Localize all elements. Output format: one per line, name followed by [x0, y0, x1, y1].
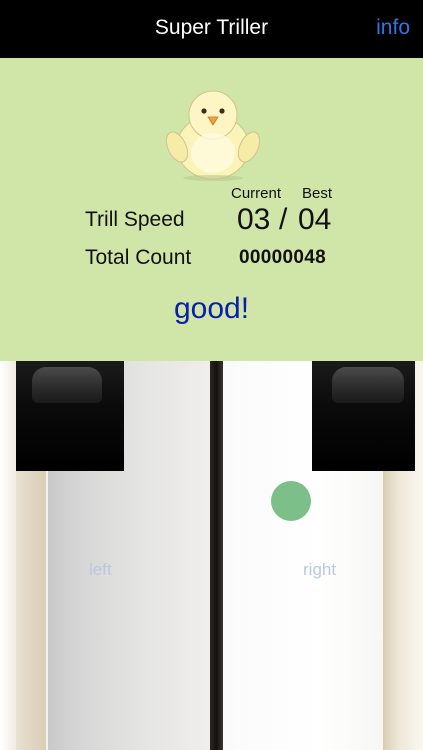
- black-key-highlight: [32, 367, 102, 403]
- touch-indicator: [271, 481, 311, 521]
- feedback-message: good!: [173, 292, 250, 325]
- left-key-label: left: [89, 560, 112, 579]
- total-count-value: 00000048: [239, 247, 326, 268]
- score-panel: Current Best Trill Speed 03 / 04 Total C…: [0, 58, 423, 361]
- trill-speed-best: 04: [298, 203, 332, 236]
- key-divider: [210, 361, 223, 750]
- app-screen: Super Triller info Current Best Trill Sp…: [0, 0, 423, 750]
- black-key-highlight: [332, 367, 404, 403]
- current-header: Current: [231, 185, 282, 202]
- trill-speed-separator: /: [279, 203, 288, 236]
- trill-speed-label: Trill Speed: [85, 208, 185, 231]
- trill-speed-current: 03: [237, 203, 271, 236]
- chick-mascot-icon: [165, 90, 261, 181]
- navigation-bar: Super Triller info: [0, 0, 423, 58]
- best-header: Best: [302, 185, 333, 202]
- app-title: Super Triller: [154, 16, 269, 39]
- black-key-right: [312, 361, 415, 471]
- piano-edge-left: [0, 361, 16, 750]
- info-button[interactable]: info: [376, 16, 410, 40]
- black-key-left: [16, 361, 124, 471]
- total-count-label: Total Count: [85, 246, 192, 269]
- piano-keyboard: left right: [0, 361, 423, 750]
- right-key-label: right: [303, 560, 337, 579]
